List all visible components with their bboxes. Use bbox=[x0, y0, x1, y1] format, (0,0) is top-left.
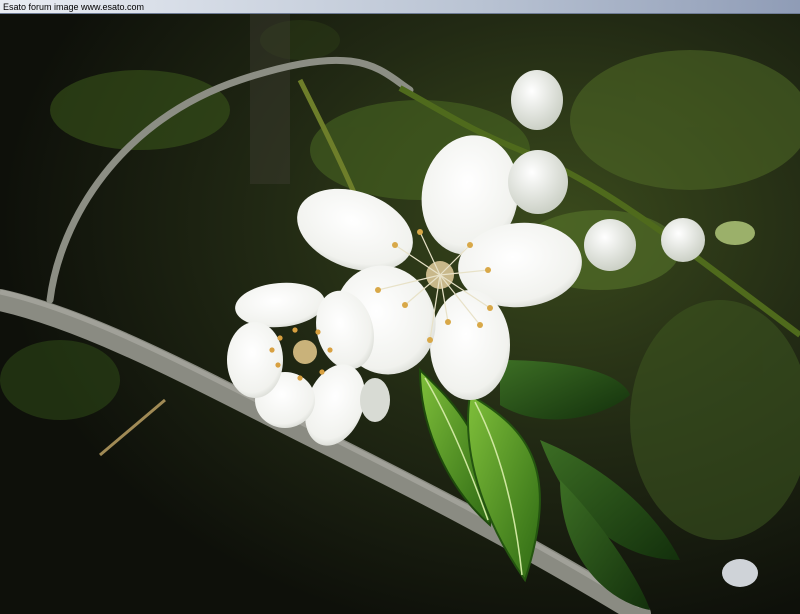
blossom-photo bbox=[0, 14, 800, 614]
image-caption: Esato forum image www.esato.com bbox=[3, 2, 145, 12]
image-caption-bar: Esato forum image www.esato.com bbox=[0, 0, 800, 14]
